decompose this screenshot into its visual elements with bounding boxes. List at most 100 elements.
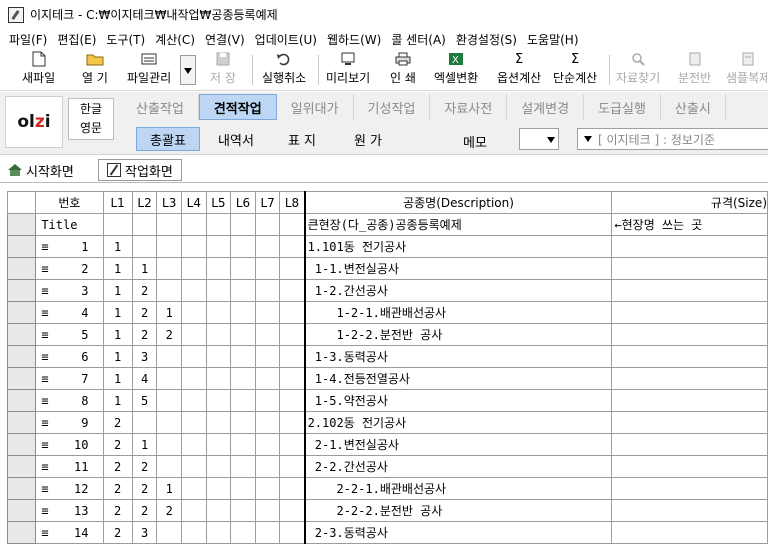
menu-edit[interactable]: 편집(E) [52, 31, 101, 48]
col-header-description[interactable]: 공종명(Description) [304, 191, 613, 214]
cell-l2[interactable]: 5 [131, 389, 158, 412]
tab-contract-execution[interactable]: 도급실행 [584, 94, 661, 120]
col-header-l4[interactable]: L4 [181, 191, 207, 214]
cell-l6[interactable] [230, 411, 256, 434]
menu-calc[interactable]: 계산(C) [150, 31, 200, 48]
cell-description[interactable]: 1-1.변전실공사 [304, 257, 613, 280]
open-button[interactable]: 열 기 [82, 51, 108, 89]
cell-l6[interactable] [230, 323, 256, 346]
cell-l5[interactable] [205, 279, 232, 302]
cell-l8[interactable] [279, 345, 306, 368]
row-selector-header[interactable] [7, 191, 37, 214]
cell-l6[interactable] [230, 499, 256, 522]
cell-l5[interactable] [205, 367, 232, 390]
cell-number[interactable]: ≡ 8 [35, 389, 104, 412]
cell-l1[interactable]: 1 [102, 367, 133, 390]
cell-l7[interactable] [254, 301, 281, 324]
cell-l1[interactable]: 1 [102, 389, 133, 412]
cell-l4[interactable] [181, 477, 207, 500]
cell-l8[interactable] [279, 213, 306, 236]
tab-calc-more[interactable]: 산출시 [661, 94, 726, 120]
cell-l1[interactable]: 2 [102, 477, 133, 500]
cell-description[interactable]: 2-1.변전실공사 [304, 433, 613, 456]
cell-l5[interactable] [205, 301, 232, 324]
cell-l7[interactable] [254, 213, 281, 236]
row-drag-handle-icon[interactable]: ≡ [38, 438, 48, 452]
cell-number[interactable]: ≡ 9 [35, 411, 104, 434]
row-drag-handle-icon[interactable]: ≡ [38, 372, 48, 386]
lang-english[interactable]: 영문 [80, 119, 102, 138]
cell-description[interactable]: 2.102동 전기공사 [304, 411, 613, 434]
cell-number[interactable]: ≡ 12 [35, 477, 104, 500]
menu-tools[interactable]: 도구(T) [101, 31, 150, 48]
cell-size[interactable] [611, 499, 768, 522]
standard-select[interactable]: [ 이지테크 ] : 정보기준 [577, 128, 768, 150]
tab-progress-work[interactable]: 기성작업 [354, 94, 431, 120]
cell-l7[interactable] [254, 345, 281, 368]
tab-estimate-work[interactable]: 견적작업 [198, 94, 277, 120]
tab-unit-price[interactable]: 일위대가 [277, 94, 354, 120]
row-drag-handle-icon[interactable]: ≡ [38, 284, 48, 298]
subtab-cost[interactable]: 원 가 [336, 127, 400, 151]
table-row[interactable]: ≡ 6 1 3 1-3.동력공사 [7, 345, 768, 368]
cell-description[interactable]: 1.101동 전기공사 [304, 235, 613, 258]
cell-description[interactable]: 2-3.동력공사 [304, 521, 613, 544]
row-selector[interactable] [7, 499, 37, 522]
cell-l6[interactable] [230, 279, 256, 302]
table-row[interactable]: Title 큰현장(다_공종)공종등록예제 ←현장명 쓰는 곳 [7, 213, 768, 236]
table-row[interactable]: ≡ 4 1 2 1 1-2-1.배관배선공사 [7, 301, 768, 324]
cell-size[interactable] [611, 389, 768, 412]
cell-description[interactable]: 1-4.전등전열공사 [304, 367, 613, 390]
preview-button[interactable]: 미리보기 [326, 51, 370, 89]
cell-number[interactable]: ≡ 7 [35, 367, 104, 390]
cell-l2[interactable]: 2 [131, 301, 158, 324]
cell-l2[interactable]: 2 [131, 499, 158, 522]
cell-size[interactable] [611, 411, 768, 434]
file-manage-dropdown[interactable] [180, 55, 196, 85]
cell-l3[interactable]: 2 [156, 323, 182, 346]
cell-l1[interactable]: 2 [102, 521, 133, 544]
simple-calc-button[interactable]: Σ 단순계산 [553, 51, 597, 89]
cell-l4[interactable] [181, 389, 207, 412]
cell-l8[interactable] [279, 301, 306, 324]
row-drag-handle-icon[interactable]: ≡ [38, 460, 48, 474]
cell-l7[interactable] [254, 499, 281, 522]
cell-l5[interactable] [205, 345, 232, 368]
cell-l5[interactable] [205, 411, 232, 434]
cell-l7[interactable] [254, 279, 281, 302]
cell-size[interactable] [611, 301, 768, 324]
estimate-grid[interactable]: 번호 L1 L2 L3 L4 L5 L6 L7 L8 공종명(Descripti… [7, 191, 768, 545]
row-drag-handle-icon[interactable]: ≡ [38, 394, 48, 408]
col-header-l8[interactable]: L8 [279, 191, 306, 214]
cell-l6[interactable] [230, 433, 256, 456]
cell-l4[interactable] [181, 301, 207, 324]
cell-l8[interactable] [279, 257, 306, 280]
table-row[interactable]: ≡ 7 1 4 1-4.전등전열공사 [7, 367, 768, 390]
file-manage-button[interactable]: 파일관리 [127, 51, 171, 89]
cell-description[interactable]: 2-2-1.배관배선공사 [304, 477, 613, 500]
cell-l7[interactable] [254, 477, 281, 500]
table-row[interactable]: ≡ 12 2 2 1 2-2-1.배관배선공사 [7, 477, 768, 500]
cell-l3[interactable]: 1 [156, 301, 182, 324]
row-selector[interactable] [7, 521, 37, 544]
cell-l7[interactable] [254, 235, 281, 258]
table-row[interactable]: ≡ 8 1 5 1-5.약전공사 [7, 389, 768, 412]
cell-size[interactable] [611, 257, 768, 280]
col-header-l1[interactable]: L1 [102, 191, 133, 214]
cell-l7[interactable] [254, 389, 281, 412]
cell-l4[interactable] [181, 411, 207, 434]
row-selector[interactable] [7, 455, 37, 478]
option-calc-button[interactable]: Σ 옵션계산 [497, 51, 541, 89]
cell-number[interactable]: ≡ 2 [35, 257, 104, 280]
cell-l1[interactable]: 1 [102, 301, 133, 324]
cell-l2[interactable]: 4 [131, 367, 158, 390]
cell-l1[interactable]: 1 [102, 345, 133, 368]
cell-l3[interactable] [156, 235, 182, 258]
cell-number[interactable]: Title [35, 213, 104, 236]
new-file-button[interactable]: 새파일 [22, 51, 55, 89]
row-selector[interactable] [7, 301, 37, 324]
cell-l4[interactable] [181, 433, 207, 456]
cell-l2[interactable]: 1 [131, 257, 158, 280]
cell-number[interactable]: ≡ 6 [35, 345, 104, 368]
tab-data-dictionary[interactable]: 자료사전 [430, 94, 508, 120]
